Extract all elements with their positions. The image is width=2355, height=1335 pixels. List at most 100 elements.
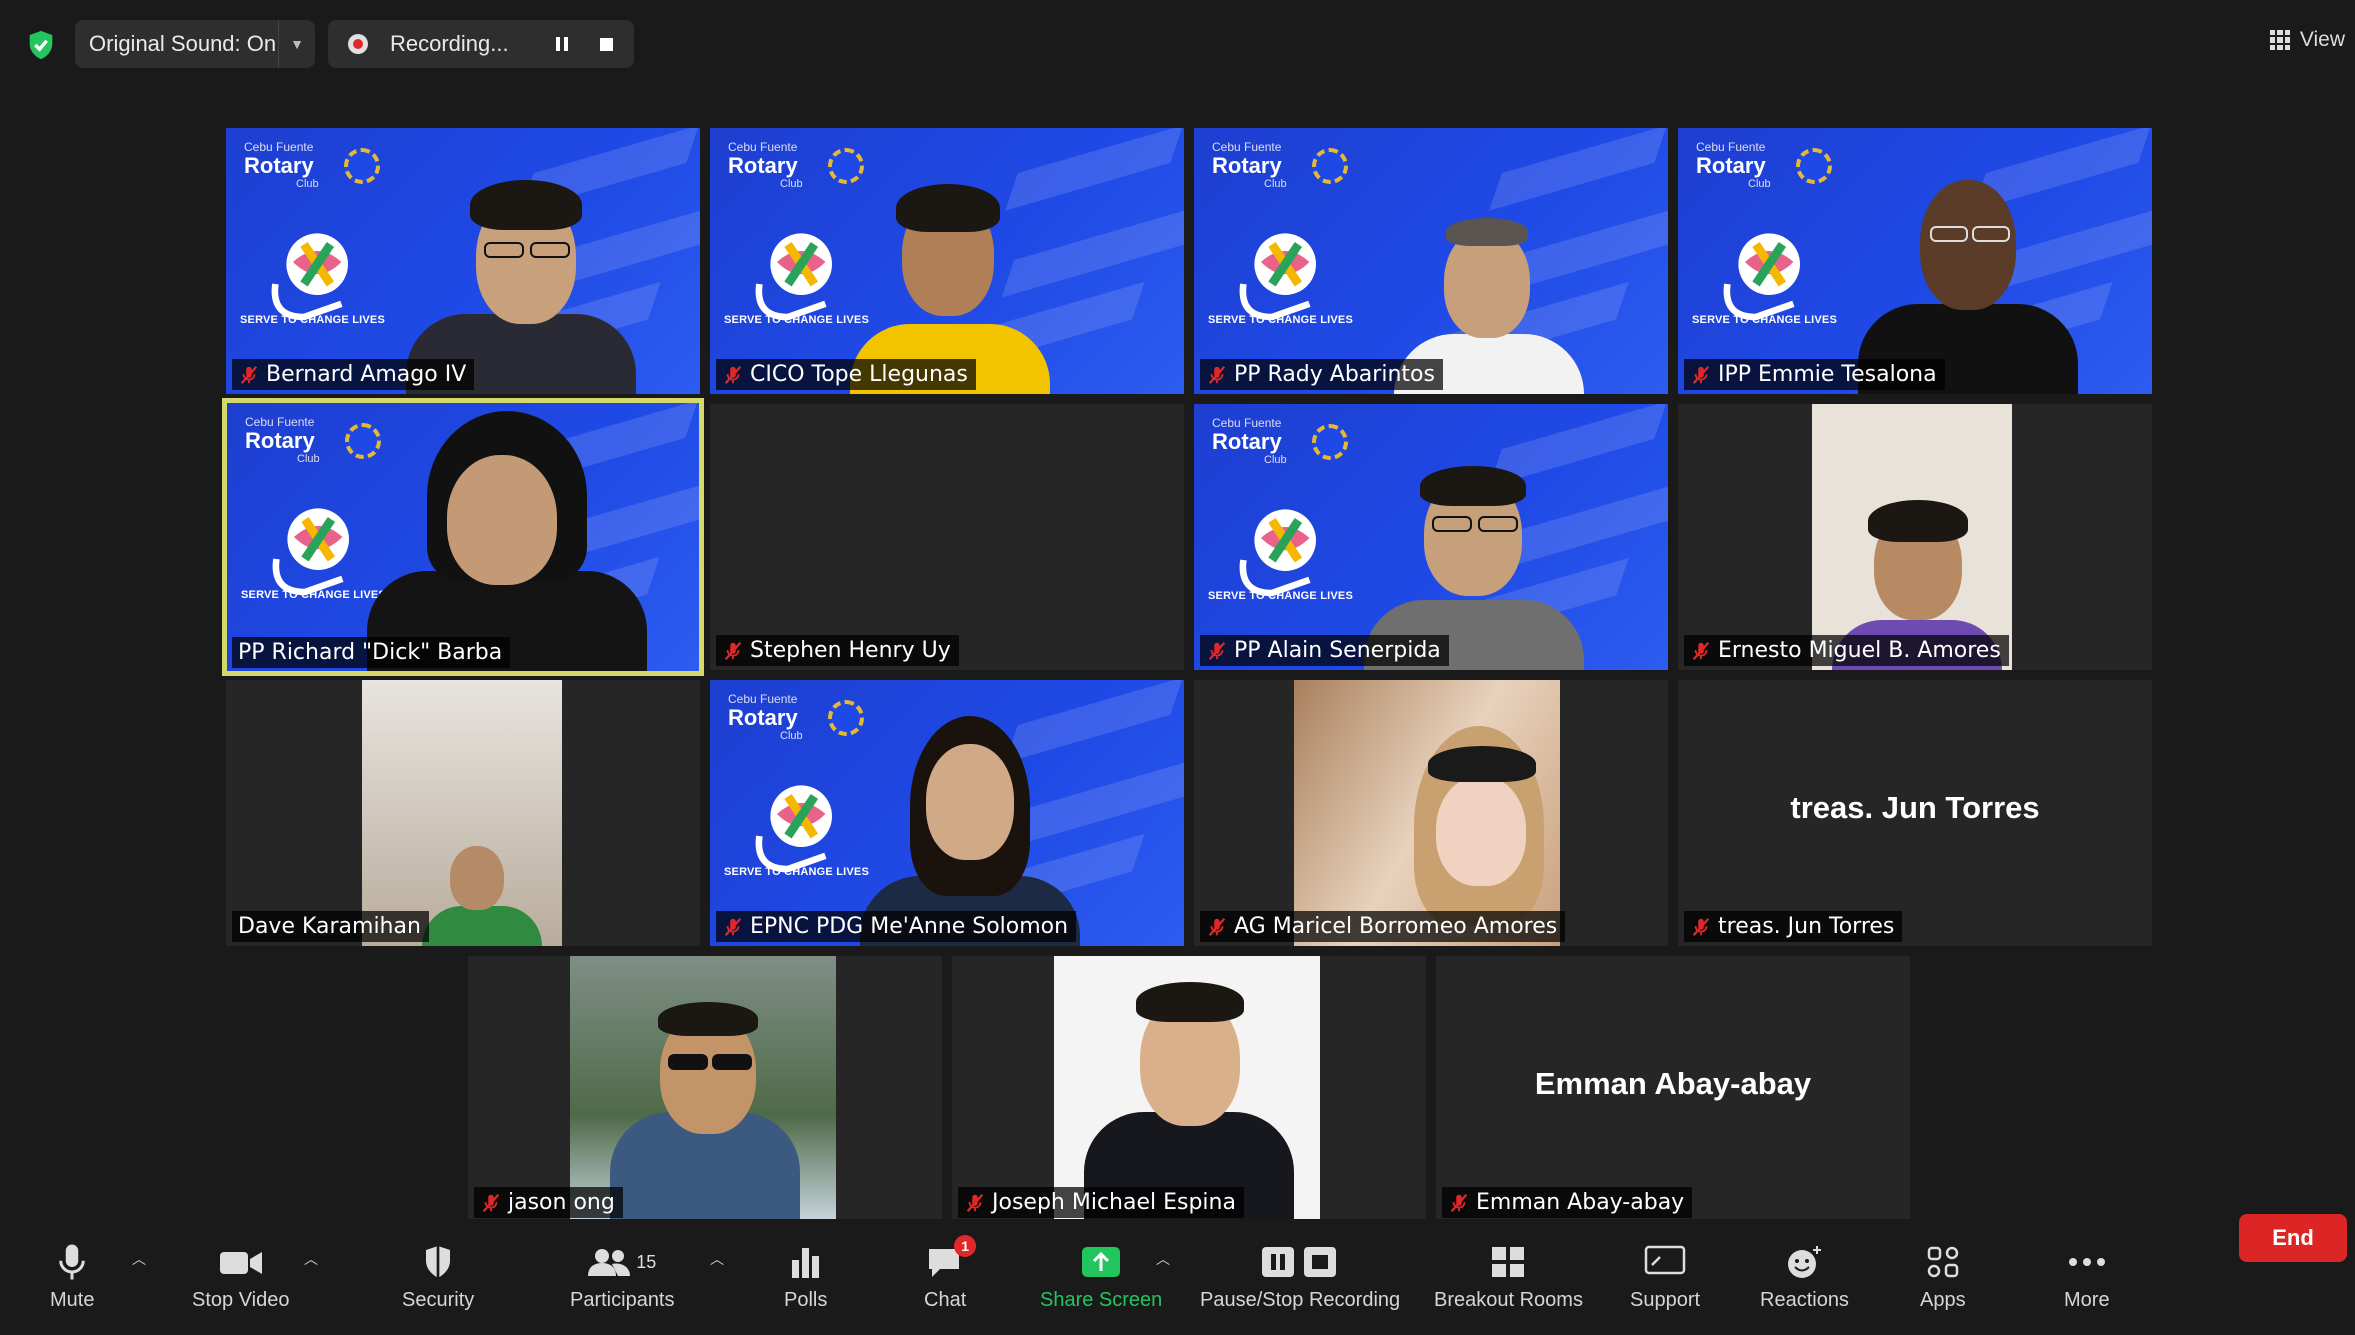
video-tile[interactable]: Joseph Michael Espina [952, 956, 1426, 1222]
participant-name-tag: Stephen Henry Uy [716, 635, 959, 666]
participant-name-tag: IPP Emmie Tesalona [1684, 359, 1945, 390]
participant-video [362, 680, 562, 946]
people-of-action-logo [755, 233, 832, 321]
video-tile-active-speaker[interactable]: Cebu Fuente Rotary Club SERVE TO CHANGE LI… [222, 398, 704, 676]
stop-recording-icon[interactable] [584, 20, 628, 68]
mic-muted-icon [722, 916, 744, 938]
participant-name-tag: PP Alain Senerpida [1200, 635, 1449, 666]
video-tile[interactable]: Cebu Fuente Rotary Club SERVE TO CHANGE LI… [710, 128, 1184, 394]
bar-chart-icon [789, 1239, 823, 1285]
mic-muted-icon [964, 1192, 986, 1214]
microphone-icon [57, 1239, 87, 1285]
rotary-wheel-icon [1312, 148, 1348, 184]
polls-button[interactable]: Polls [784, 1239, 827, 1312]
participants-options-chevron-icon[interactable]: ︿ [710, 1249, 724, 1269]
video-tile[interactable]: Cebu Fuente Rotary Club SERVE TO CHANGE LI… [1194, 404, 1668, 670]
mic-muted-icon [238, 364, 260, 386]
mic-muted-icon [1690, 640, 1712, 662]
original-sound-toggle[interactable]: Original Sound: On ▼ [75, 20, 315, 68]
support-button[interactable]: Support [1630, 1239, 1700, 1312]
chat-label: Chat [924, 1289, 967, 1311]
recording-label: Recording... [390, 31, 509, 56]
video-tile[interactable]: Ernesto Miguel B. Amores [1678, 404, 2152, 670]
participant-name-tag: Joseph Michael Espina [958, 1187, 1244, 1218]
people-of-action-logo [271, 233, 348, 321]
more-label: More [2064, 1289, 2110, 1311]
participant-video [1812, 404, 2012, 670]
meeting-controls-toolbar: Mute ︿ Stop Video ︿ Security 15 Particip… [0, 1219, 2355, 1335]
video-tile-no-video[interactable]: Stephen Henry Uy [710, 404, 1184, 670]
participant-name-tag: EPNC PDG Me'Anne Solomon [716, 911, 1077, 942]
mic-muted-icon [722, 640, 744, 662]
chevron-down-icon[interactable]: ▼ [278, 20, 315, 68]
view-button[interactable]: View [2269, 28, 2345, 52]
participant-name-tag: AG Maricel Borromeo Amores [1200, 911, 1566, 942]
mic-muted-icon [1448, 1192, 1470, 1214]
participants-button[interactable]: 15 Participants [570, 1239, 675, 1312]
more-button[interactable]: More [2064, 1239, 2110, 1312]
participant-name-tag: Dave Karamihan [232, 911, 429, 942]
participants-icon: 15 [588, 1239, 656, 1285]
apps-label: Apps [1920, 1289, 1966, 1311]
participant-name-tag: PP Richard "Dick" Barba [232, 637, 511, 668]
video-tile-no-video[interactable]: Emman Abay-abay Emman Abay-abay [1436, 956, 1910, 1222]
rotary-wheel-icon [1312, 424, 1348, 460]
participant-display-name: treas. Jun Torres [1790, 790, 2040, 825]
participant-video [367, 411, 647, 671]
grid-view-icon [2269, 30, 2290, 50]
participant-name-tag: Bernard Amago IV [232, 359, 475, 390]
stop-video-label: Stop Video [192, 1289, 290, 1311]
share-screen-label: Share Screen [1040, 1289, 1163, 1311]
participant-name-tag: PP Rady Abarintos [1200, 359, 1443, 390]
mic-muted-icon [1206, 364, 1228, 386]
video-tile[interactable]: Cebu Fuente Rotary Club SERVE TO CHANGE LI… [1194, 128, 1668, 394]
polls-label: Polls [784, 1289, 828, 1311]
video-tile[interactable]: Cebu Fuente Rotary Club SERVE TO CHANGE LI… [1678, 128, 2152, 394]
people-of-action-logo [272, 508, 349, 596]
security-button[interactable]: Security [402, 1239, 474, 1312]
pause-stop-recording-label: Pause/Stop Recording [1200, 1289, 1401, 1311]
pause-recording-icon[interactable] [540, 20, 584, 68]
pause-stop-recording-button[interactable]: Pause/Stop Recording [1200, 1239, 1400, 1312]
encryption-shield-icon[interactable] [24, 28, 58, 62]
video-tile-no-video[interactable]: treas. Jun Torres treas. Jun Torres [1678, 680, 2152, 946]
top-bar: Original Sound: On ▼ Recording... View [0, 0, 2355, 86]
video-tile[interactable]: Cebu Fuente Rotary Club SERVE TO CHANGE LI… [710, 680, 1184, 946]
video-tile[interactable]: Cebu Fuente Rotary Club SERVE TO CHANGE LI… [226, 128, 700, 394]
reactions-button[interactable]: Reactions [1760, 1239, 1849, 1312]
participant-display-name: Emman Abay-abay [1534, 1066, 1812, 1101]
video-options-chevron-icon[interactable]: ︿ [304, 1249, 318, 1269]
people-of-action-logo [755, 785, 832, 873]
more-dots-icon [2067, 1239, 2107, 1285]
breakout-rooms-label: Breakout Rooms [1434, 1289, 1583, 1311]
share-options-chevron-icon[interactable]: ︿ [1156, 1249, 1170, 1269]
original-sound-label: Original Sound: On [89, 31, 277, 56]
mute-label: Mute [50, 1289, 95, 1311]
people-of-action-logo [1239, 233, 1316, 321]
people-of-action-logo [1239, 509, 1316, 597]
video-tile[interactable]: AG Maricel Borromeo Amores [1194, 680, 1668, 946]
rotary-wheel-icon [828, 700, 864, 736]
video-tile[interactable]: jason ong [468, 956, 942, 1222]
video-tile[interactable]: Dave Karamihan [226, 680, 700, 946]
share-screen-button[interactable]: Share Screen [1040, 1239, 1162, 1312]
stop-video-button[interactable]: Stop Video [192, 1239, 290, 1312]
share-screen-icon [1080, 1239, 1122, 1285]
participant-name-tag: CICO Tope Llegunas [716, 359, 976, 390]
audio-options-chevron-icon[interactable]: ︿ [132, 1249, 146, 1269]
participant-name-tag: treas. Jun Torres [1684, 911, 1903, 942]
rotary-wheel-icon [344, 148, 380, 184]
apps-button[interactable]: Apps [1920, 1239, 1966, 1312]
participants-label: Participants [570, 1289, 675, 1311]
mute-button[interactable]: Mute [50, 1239, 94, 1312]
chat-unread-badge: 1 [954, 1235, 977, 1257]
chat-button[interactable]: 1 Chat [924, 1235, 977, 1312]
recording-dot-icon [348, 34, 368, 54]
participants-count: 15 [636, 1251, 657, 1272]
end-meeting-button[interactable]: End [2239, 1214, 2347, 1262]
participant-video [1054, 956, 1320, 1222]
breakout-rooms-button[interactable]: Breakout Rooms [1434, 1239, 1583, 1312]
recording-indicator: Recording... [328, 20, 634, 68]
mic-muted-icon [1690, 916, 1712, 938]
rotary-wheel-icon [1796, 148, 1832, 184]
